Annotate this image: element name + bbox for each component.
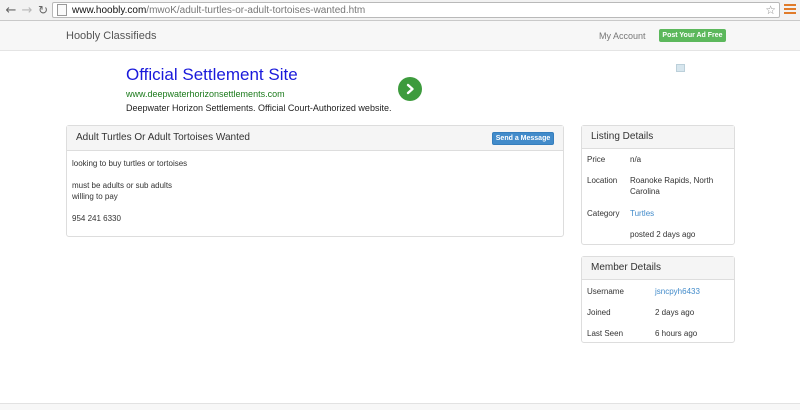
- listing-details-heading: Listing Details: [582, 126, 734, 149]
- listing-panel: Adult Turtles Or Adult Tortoises Wanted …: [66, 125, 564, 237]
- listing-body-line: must be adults or sub adults: [72, 181, 173, 190]
- browser-menu-icon[interactable]: [784, 4, 796, 16]
- price-value: n/a: [630, 155, 642, 164]
- location-value: Roanoke Rapids, North Carolina: [630, 176, 714, 196]
- url-path: /mwoK/adult-turtles-or-adult-tortoises-w…: [146, 4, 366, 16]
- send-message-button[interactable]: Send a Message: [492, 132, 554, 145]
- listing-body-line: 954 241 6330: [72, 214, 121, 223]
- chevron-right-icon: [406, 83, 414, 95]
- joined-value: 2 days ago: [655, 308, 695, 317]
- location-label: Location: [587, 176, 618, 185]
- member-details-heading: Member Details: [582, 257, 734, 280]
- back-arrow-icon[interactable]: ←: [3, 2, 19, 18]
- listing-body-line: [72, 169, 187, 180]
- category-link[interactable]: Turtles: [630, 208, 730, 219]
- reload-icon[interactable]: ↻: [35, 2, 51, 18]
- browser-toolbar: ← → ↻ www.hoobly.com/mwoK/adult-turtles-…: [0, 0, 800, 21]
- joined-label: Joined: [587, 308, 611, 317]
- ad-arrow-button[interactable]: [398, 77, 422, 101]
- post-ad-button[interactable]: Post Your Ad Free: [659, 29, 726, 42]
- footer-divider: [0, 403, 800, 410]
- posted-time: posted 2 days ago: [630, 230, 696, 239]
- bookmark-star-icon[interactable]: ☆: [765, 3, 776, 17]
- url-host: www.hoobly.com: [72, 4, 147, 16]
- last-seen-value: 6 hours ago: [655, 329, 698, 338]
- listing-body-line: [72, 202, 187, 213]
- username-label: Username: [587, 287, 624, 296]
- address-bar[interactable]: www.hoobly.com/mwoK/adult-turtles-or-adu…: [52, 2, 780, 18]
- category-label: Category: [587, 209, 620, 218]
- member-details-title: Member Details: [591, 262, 662, 273]
- ad-description: Deepwater Horizon Settlements. Official …: [126, 103, 392, 113]
- ad-title-link[interactable]: Official Settlement Site: [126, 65, 298, 85]
- price-label: Price: [587, 155, 606, 164]
- listing-body-line: looking to buy turtles or tortoises: [72, 159, 188, 168]
- site-header: Hoobly Classifieds My Account Post Your …: [0, 21, 800, 51]
- listing-body-line: willing to pay: [72, 192, 118, 201]
- listing-details-panel: Listing Details Price n/a Location Roano…: [581, 125, 735, 245]
- last-seen-label: Last Seen: [587, 329, 624, 338]
- member-details-panel: Member Details Username jsncpyh6433 Join…: [581, 256, 735, 343]
- forward-arrow-icon[interactable]: →: [19, 2, 35, 18]
- ad-url-link[interactable]: www.deepwaterhorizonsettlements.com: [126, 89, 285, 99]
- listing-title: Adult Turtles Or Adult Tortoises Wanted: [76, 132, 250, 143]
- listing-panel-heading: Adult Turtles Or Adult Tortoises Wanted …: [67, 126, 563, 151]
- ad-choices-icon[interactable]: [676, 64, 685, 72]
- listing-details-title: Listing Details: [591, 131, 654, 142]
- site-brand[interactable]: Hoobly Classifieds: [66, 30, 156, 42]
- page-icon: [57, 4, 67, 16]
- username-link[interactable]: jsncpyh6433: [655, 286, 755, 297]
- listing-body: looking to buy turtles or tortoises must…: [72, 158, 187, 224]
- my-account-link[interactable]: My Account: [599, 31, 646, 41]
- url-text[interactable]: www.hoobly.com/mwoK/adult-turtles-or-adu…: [72, 5, 365, 16]
